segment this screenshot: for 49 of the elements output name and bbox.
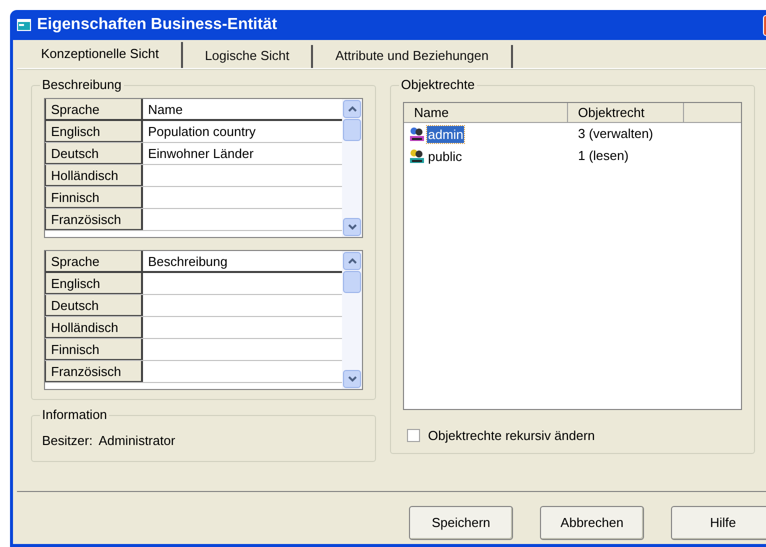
scrollbar[interactable] — [342, 99, 362, 237]
column-header: Name — [147, 101, 184, 119]
dialog-button[interactable]: Hilfe — [671, 506, 766, 540]
row-header: Holländisch — [45, 165, 143, 186]
row-header: Finnisch — [45, 339, 143, 360]
tab[interactable]: Attribute und Beziehungen — [313, 45, 513, 68]
scrollbar[interactable] — [342, 251, 362, 389]
checkbox-label: Objektrechte rekursiv ändern — [428, 427, 595, 445]
row-header: Deutsch — [45, 295, 143, 316]
permission-value: 3 (verwalten) — [577, 125, 654, 144]
row-header: Englisch — [45, 273, 143, 294]
chevron-up-icon — [348, 258, 356, 264]
column-header: Name — [404, 103, 568, 122]
column-header: Sprache — [45, 251, 143, 271]
dialog-button[interactable]: Abbrechen — [540, 506, 644, 540]
scroll-down-button[interactable] — [343, 370, 361, 388]
scroll-thumb[interactable] — [343, 271, 361, 293]
row-header: Holländisch — [45, 317, 143, 338]
dialog-button[interactable]: Speichern — [409, 506, 513, 540]
table-cell[interactable]: Einwohner Länder — [143, 143, 342, 164]
column-header: Objektrecht — [568, 103, 684, 122]
group-title: Objektrechte — [399, 77, 477, 93]
checkbox[interactable] — [407, 429, 420, 442]
users-icon — [408, 148, 426, 164]
window-icon — [17, 19, 31, 31]
column-header: Sprache — [45, 99, 143, 119]
row-header: Französisch — [45, 209, 143, 230]
chevron-up-icon — [348, 106, 356, 112]
tab[interactable]: Logische Sicht — [182, 45, 314, 68]
permission-value: 1 (lesen) — [577, 147, 630, 166]
table-cell[interactable]: Population country — [143, 121, 342, 142]
scroll-down-button[interactable] — [343, 218, 361, 236]
window-title: Eigenschaften Business-Entität — [37, 15, 278, 35]
users-icon — [408, 126, 426, 142]
list-item[interactable]: public — [427, 148, 463, 164]
chevron-down-icon — [348, 224, 356, 230]
owner-label: Besitzer: — [42, 432, 93, 450]
row-header: Französisch — [45, 361, 143, 382]
row-header: Finnisch — [45, 187, 143, 208]
scroll-up-button[interactable] — [343, 100, 361, 118]
scroll-up-button[interactable] — [343, 252, 361, 270]
owner-value: Administrator — [98, 432, 176, 450]
row-header: Englisch — [45, 121, 143, 142]
scroll-thumb[interactable] — [343, 119, 361, 141]
list-item[interactable]: admin — [427, 126, 464, 142]
chevron-down-icon — [348, 376, 356, 382]
row-header: Deutsch — [45, 143, 143, 164]
group-title: Beschreibung — [40, 77, 124, 93]
column-header: Beschreibung — [147, 253, 228, 271]
